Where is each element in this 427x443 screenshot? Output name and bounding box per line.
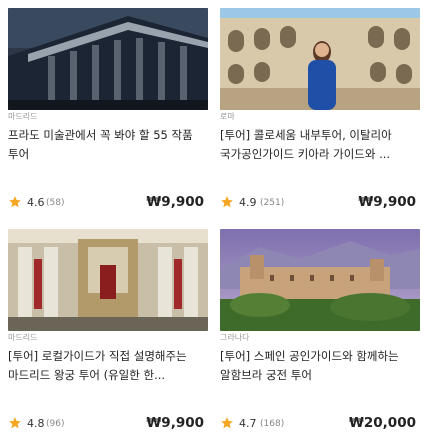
tour-price: ₩20,000 (349, 415, 416, 431)
tour-rating: 4.9 (239, 196, 257, 209)
tour-card-image[interactable] (8, 8, 208, 110)
star-icon (221, 417, 233, 429)
tour-city: 마드리드 (8, 112, 38, 121)
tour-card-image[interactable] (220, 8, 420, 110)
tour-card[interactable]: 마드리드 프라도 미술관에서 꼭 봐야 할 55 작품 투어 4.6 (58) … (8, 8, 208, 220)
star-icon (221, 196, 233, 208)
tour-rating: 4.7 (239, 417, 257, 430)
tour-card[interactable]: 로마 [투어] 콜로세움 내부투어, 이탈리아 국가공인가이드 키아라 가이드와… (220, 8, 420, 220)
tour-meta: 4.9 (251) ₩9,900 (220, 194, 418, 214)
tour-review-count: (96) (46, 419, 65, 429)
tour-price: ₩9,900 (358, 194, 416, 210)
tour-card[interactable]: 그라나다 [투어] 스페인 공인가이드와 함께하는 알함브라 궁전 투어 4.7… (220, 229, 420, 441)
tour-city: 로마 (220, 112, 235, 121)
tour-meta: 4.8 (96) ₩9,900 (8, 415, 206, 435)
tour-price: ₩9,900 (146, 194, 204, 210)
tour-title[interactable]: [투어] 콜로세움 내부투어, 이탈리아 국가공인가이드 키아라 가이드와 ..… (220, 126, 418, 164)
tour-price: ₩9,900 (146, 415, 204, 431)
star-icon (9, 417, 21, 429)
tour-title[interactable]: [투어] 스페인 공인가이드와 함께하는 알함브라 궁전 투어 (220, 347, 418, 385)
tour-rating: 4.6 (27, 196, 45, 209)
tour-card-image[interactable] (220, 229, 420, 331)
tour-meta: 4.6 (58) ₩9,900 (8, 194, 206, 214)
tour-review-count: (168) (260, 419, 285, 429)
tour-title[interactable]: [투어] 로컬가이드가 직접 설명해주는 마드리드 왕궁 투어 (유일한 한..… (8, 347, 206, 385)
tour-card-grid: 마드리드 프라도 미술관에서 꼭 봐야 할 55 작품 투어 4.6 (58) … (0, 0, 427, 443)
tour-review-count: (58) (46, 198, 65, 208)
tour-card-image[interactable] (8, 229, 208, 331)
tour-city: 마드리드 (8, 333, 38, 342)
tour-review-count: (251) (260, 198, 285, 208)
tour-rating: 4.8 (27, 417, 45, 430)
tour-title[interactable]: 프라도 미술관에서 꼭 봐야 할 55 작품 투어 (8, 126, 206, 164)
star-icon (9, 196, 21, 208)
tour-card[interactable]: 마드리드 [투어] 로컬가이드가 직접 설명해주는 마드리드 왕궁 투어 (유일… (8, 229, 208, 441)
tour-meta: 4.7 (168) ₩20,000 (220, 415, 418, 435)
tour-city: 그라나다 (220, 333, 250, 342)
